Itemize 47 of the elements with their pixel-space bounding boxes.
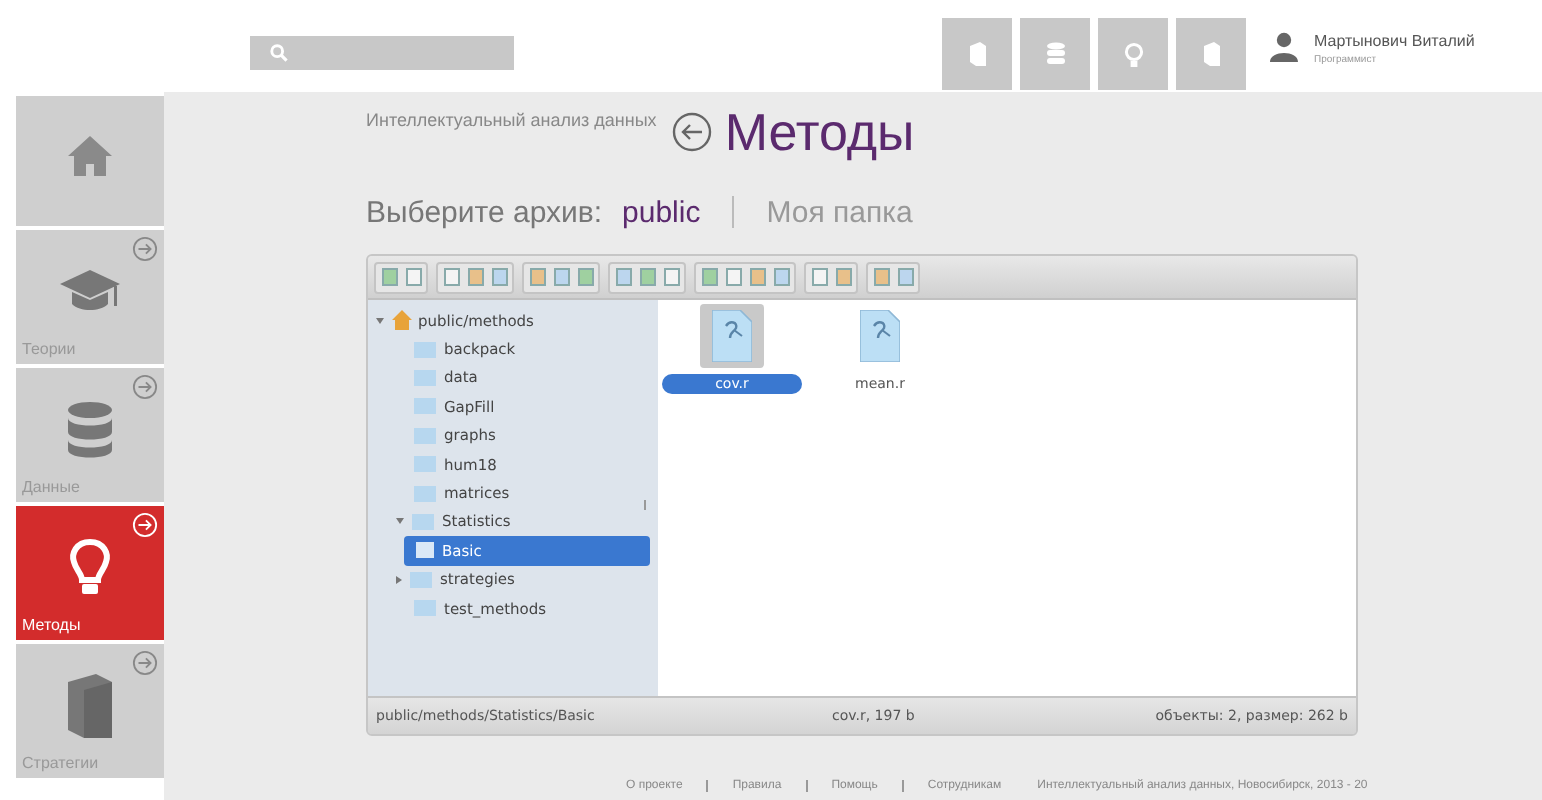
sidebar-label: Методы [22,616,81,634]
page-title: Методы [724,101,915,163]
book-icon [1201,42,1221,66]
breadcrumb: Интеллектуальный анализ данных [366,110,657,130]
search-field[interactable] [250,36,514,70]
book-icon [967,42,987,66]
tool-button[interactable] [378,265,400,289]
tool-button[interactable] [808,265,830,289]
database-icon [68,401,112,457]
tool-button[interactable] [660,265,682,289]
database-icon [1045,42,1065,66]
file-icon [860,310,900,362]
tool-button[interactable] [550,265,572,289]
tool-button[interactable] [770,265,792,289]
tool-button[interactable] [464,265,486,289]
tool-button[interactable] [870,265,892,289]
tool-button[interactable] [722,265,744,289]
tool-button[interactable] [488,265,510,289]
database-button[interactable] [1020,18,1090,90]
user-icon [1270,32,1298,62]
tool-button[interactable] [746,265,768,289]
archive-link[interactable]: public [622,195,701,229]
search-icon [270,44,288,62]
lightbulb-icon [68,537,112,597]
back-icon[interactable] [672,112,713,152]
archive-label: Выберите архив: [366,195,603,229]
book-button[interactable] [1176,18,1246,90]
graduation-cap-icon [60,269,120,313]
lightbulb-button[interactable] [1098,18,1168,90]
tool-button[interactable] [612,265,634,289]
book-button[interactable] [942,18,1012,90]
home-button[interactable] [16,96,164,226]
tool-button[interactable] [894,265,916,289]
lightbulb-icon [1123,41,1143,67]
tool-button[interactable] [440,265,462,289]
tool-button[interactable] [402,265,424,289]
file-icon [712,310,752,362]
home-icon [392,310,412,331]
home-icon [68,135,112,175]
sidebar-item[interactable]: Методы [16,506,164,640]
tool-button[interactable] [832,265,854,289]
tool-button[interactable] [698,265,720,289]
tool-button[interactable] [636,265,658,289]
tool-button[interactable] [526,265,548,289]
book-icon [68,673,112,737]
tool-button[interactable] [574,265,596,289]
user-name: Мартынович Виталий [1314,32,1475,50]
